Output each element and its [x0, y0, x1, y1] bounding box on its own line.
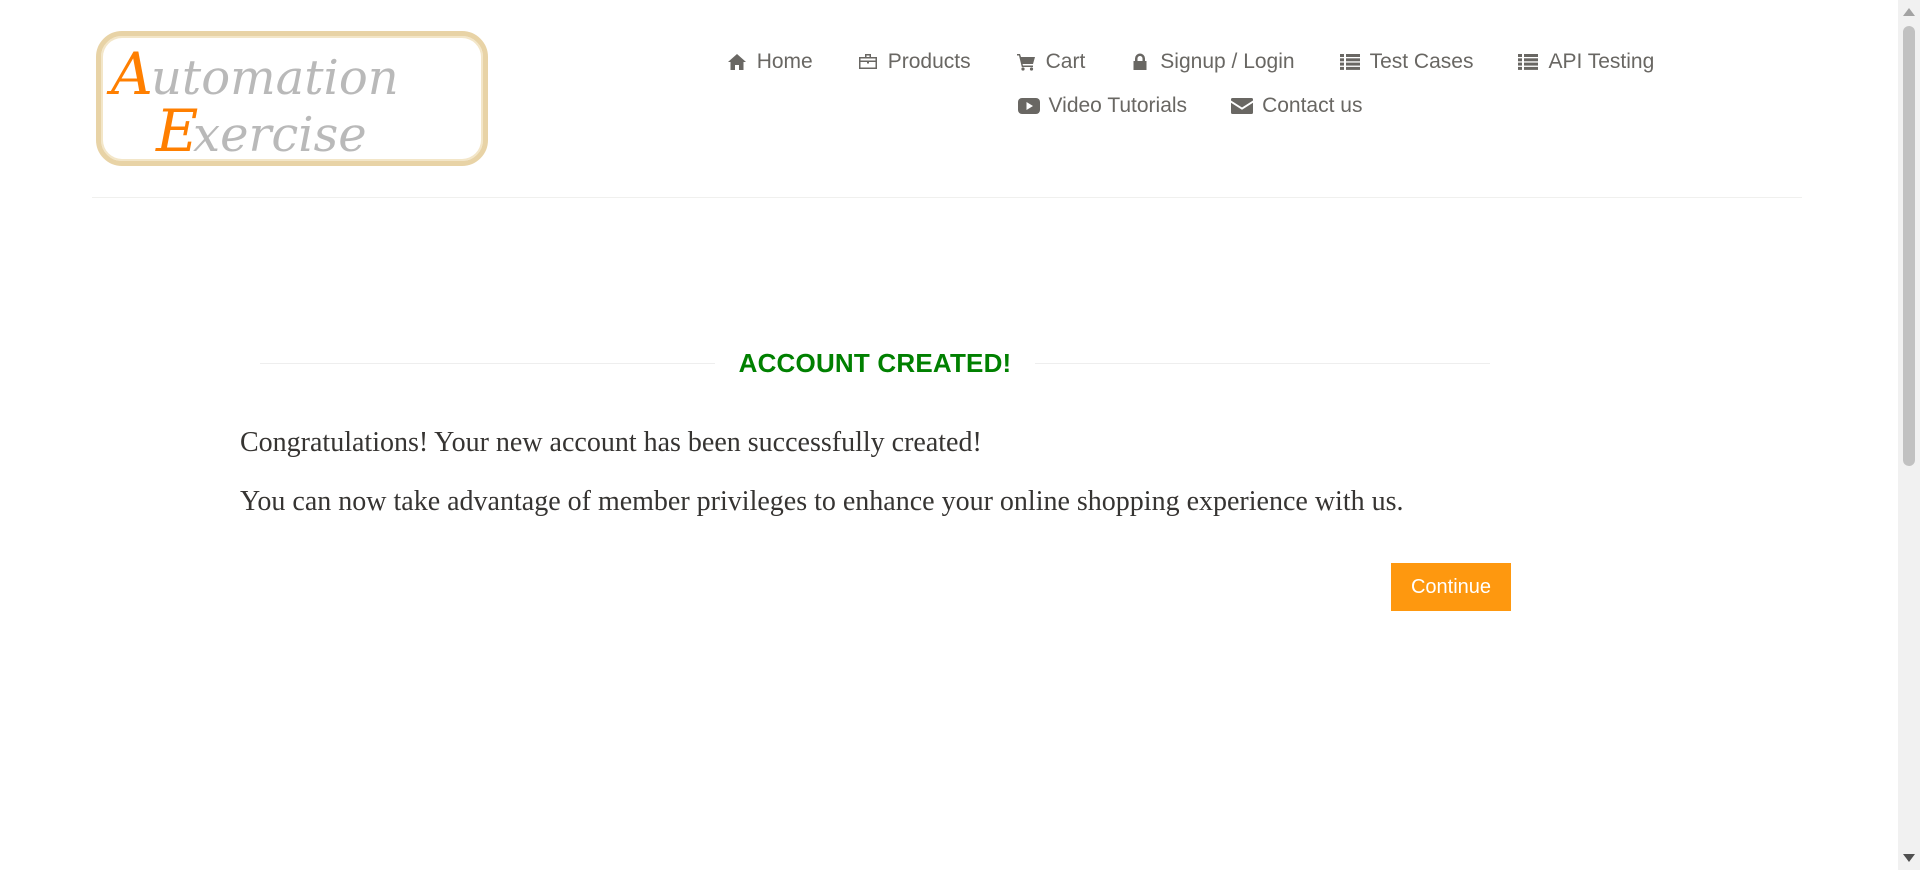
vertical-scrollbar[interactable] — [1898, 0, 1920, 870]
nav-row-2: Video Tutorials Contact us — [700, 84, 1680, 128]
list-icon — [1517, 51, 1539, 73]
nav-item-label: Cart — [1045, 50, 1086, 73]
scroll-down-arrow-icon[interactable] — [1898, 848, 1920, 868]
main-nav: Home Products Cart Signup / Login Test C… — [700, 40, 1680, 128]
privileges-message: You can now take advantage of member pri… — [240, 486, 1404, 517]
youtube-play-icon — [1017, 95, 1040, 117]
nav-item-label: Products — [887, 50, 971, 73]
nav-item-contact-us[interactable]: Contact us — [1231, 94, 1362, 118]
logo-line2-accent: E — [155, 97, 198, 161]
page: A utomation E xercise Home Products Cart… — [0, 0, 1920, 870]
list-icon — [1339, 51, 1361, 73]
nav-item-label: Video Tutorials — [1048, 94, 1188, 117]
logo-line1-accent: A — [106, 40, 153, 108]
nav-item-cart[interactable]: Cart — [1015, 50, 1086, 74]
nav-row-1: Home Products Cart Signup / Login Test C… — [700, 40, 1680, 84]
briefcase-icon — [857, 51, 879, 73]
continue-button[interactable]: Continue — [1391, 563, 1511, 611]
account-created-heading: ACCOUNT CREATED! — [260, 345, 1490, 381]
nav-item-label: API Testing — [1548, 50, 1655, 73]
logo-graphic: A utomation E xercise — [106, 40, 399, 161]
nav-item-home[interactable]: Home — [726, 50, 813, 74]
heading-rule-right — [1035, 362, 1490, 364]
nav-item-label: Test Cases — [1369, 50, 1474, 73]
scroll-up-arrow-icon[interactable] — [1898, 2, 1920, 22]
nav-item-test-cases[interactable]: Test Cases — [1339, 50, 1474, 74]
home-icon — [726, 51, 748, 73]
nav-item-label: Home — [756, 50, 813, 73]
nav-item-signup-login[interactable]: Signup / Login — [1129, 50, 1295, 74]
lock-icon — [1129, 51, 1151, 73]
page-title: ACCOUNT CREATED! — [738, 347, 1012, 378]
envelope-icon — [1231, 95, 1254, 117]
nav-item-api-testing[interactable]: API Testing — [1517, 50, 1654, 74]
nav-item-video-tutorials[interactable]: Video Tutorials — [1017, 94, 1188, 118]
heading-rule-left — [260, 362, 715, 364]
header-divider — [92, 197, 1802, 198]
nav-item-label: Signup / Login — [1160, 50, 1295, 73]
site-logo[interactable]: A utomation E xercise — [96, 31, 488, 166]
congratulations-message: Congratulations! Your new account has be… — [240, 427, 982, 458]
logo-line2-rest: xercise — [193, 107, 367, 161]
nav-item-products[interactable]: Products — [857, 50, 971, 74]
nav-item-label: Contact us — [1262, 94, 1363, 117]
scrollbar-thumb[interactable] — [1903, 26, 1915, 466]
cart-icon — [1015, 51, 1037, 73]
